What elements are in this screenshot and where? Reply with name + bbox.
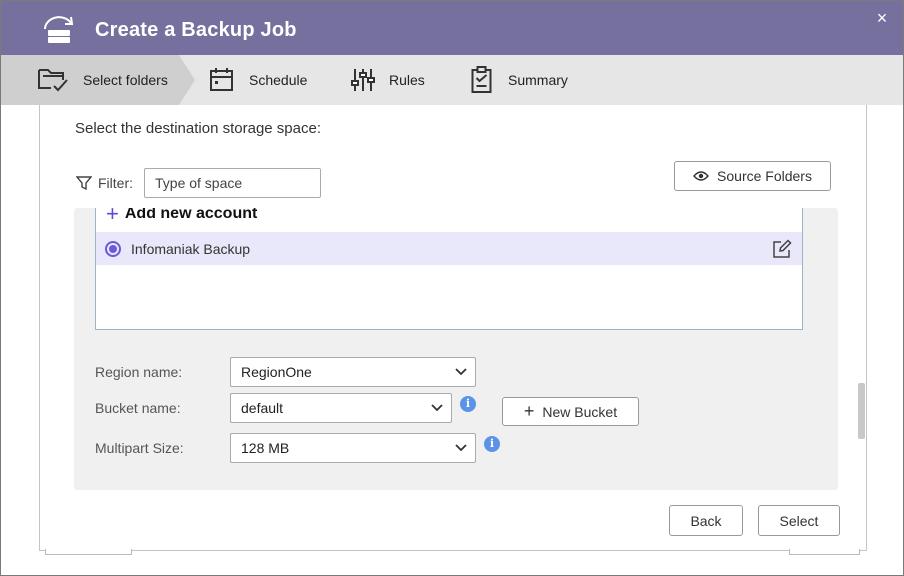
- filter-label: Filter:: [76, 175, 133, 191]
- source-folders-label: Source Folders: [717, 168, 812, 184]
- filter-label-text: Filter:: [98, 175, 133, 191]
- multipart-select[interactable]: 128 MB: [230, 433, 476, 463]
- wizard-steps: Select folders Schedule Rules Summary: [1, 55, 903, 105]
- dialog-title: Create a Backup Job: [95, 19, 297, 41]
- add-account-label: Add new account: [124, 208, 258, 222]
- eye-icon: [693, 171, 709, 181]
- source-folders-button[interactable]: Source Folders: [674, 161, 831, 191]
- plus-icon: +: [523, 401, 535, 421]
- account-list: + Add new account Infomaniak Backup: [95, 208, 803, 330]
- step-label: Schedule: [249, 72, 308, 88]
- step-label: Summary: [508, 72, 568, 88]
- filter-icon: [76, 176, 92, 191]
- background-button-fragment: [789, 549, 860, 555]
- step-summary[interactable]: Summary: [469, 55, 568, 105]
- new-bucket-label: New Bucket: [542, 403, 618, 420]
- chevron-down-icon: [455, 444, 467, 452]
- bucket-info-icon[interactable]: i: [460, 396, 476, 412]
- chevron-down-icon: [455, 368, 467, 376]
- title-bar: Create a Backup Job ×: [1, 1, 903, 55]
- account-name: Infomaniak Backup: [131, 240, 251, 257]
- bucket-label: Bucket name:: [95, 400, 181, 416]
- multipart-value: 128 MB: [241, 440, 290, 456]
- account-radio[interactable]: [105, 240, 121, 257]
- back-button[interactable]: Back: [669, 505, 743, 536]
- backup-job-dialog: Create a Backup Job × Select folders Sch…: [0, 0, 904, 576]
- calendar-icon: [210, 68, 233, 91]
- close-button[interactable]: ×: [873, 9, 891, 27]
- background-button-fragment: [45, 549, 132, 555]
- plus-icon: +: [106, 208, 119, 226]
- step-rules[interactable]: Rules: [351, 55, 425, 105]
- multipart-label: Multipart Size:: [95, 440, 184, 456]
- chevron-down-icon: [431, 404, 443, 412]
- add-account-button[interactable]: + Add new account: [106, 208, 257, 227]
- select-button[interactable]: Select: [758, 505, 840, 536]
- destination-panel: Select the destination storage space: Fi…: [39, 105, 867, 551]
- bucket-select[interactable]: default: [230, 393, 452, 423]
- multipart-info-icon[interactable]: i: [484, 436, 500, 452]
- destination-prompt: Select the destination storage space:: [75, 120, 321, 137]
- step-schedule[interactable]: Schedule: [209, 55, 307, 105]
- region-value: RegionOne: [241, 364, 312, 380]
- step-label: Select folders: [83, 72, 168, 88]
- account-row[interactable]: Infomaniak Backup: [96, 232, 802, 265]
- clipboard-check-icon: [471, 66, 492, 93]
- step-label: Rules: [389, 72, 425, 88]
- region-select[interactable]: RegionOne: [230, 357, 476, 387]
- step-select-folders[interactable]: Select folders: [37, 55, 168, 105]
- filter-input[interactable]: [144, 168, 321, 198]
- new-bucket-button[interactable]: + New Bucket: [502, 397, 639, 426]
- bucket-value: default: [241, 400, 284, 416]
- edit-icon[interactable]: [772, 239, 792, 259]
- scrollbar-thumb[interactable]: [858, 383, 865, 439]
- sliders-icon: [351, 69, 375, 91]
- region-label: Region name:: [95, 364, 183, 380]
- backup-drive-icon: [44, 16, 74, 43]
- folder-check-icon: [38, 69, 68, 92]
